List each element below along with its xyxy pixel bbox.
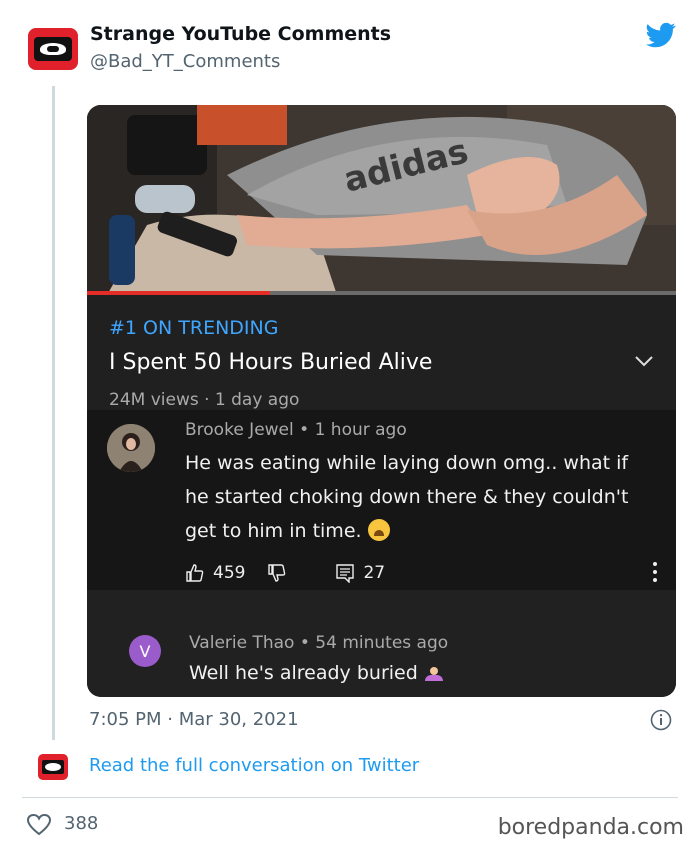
comment-author[interactable]: Valerie Thao • 54 minutes ago bbox=[189, 633, 448, 653]
more-vert-icon[interactable] bbox=[652, 560, 658, 584]
chevron-down-icon[interactable] bbox=[634, 353, 654, 369]
commenter-avatar[interactable]: V bbox=[129, 635, 161, 667]
video-title: I Spent 50 Hours Buried Alive bbox=[109, 350, 433, 375]
twitter-bird-icon[interactable] bbox=[644, 20, 678, 50]
like-count: 459 bbox=[213, 563, 246, 583]
thread-line bbox=[52, 86, 55, 740]
tweet-like-count: 388 bbox=[64, 813, 99, 834]
thumbs-down-icon[interactable] bbox=[267, 563, 287, 583]
author-handle[interactable]: @Bad_YT_Comments bbox=[90, 51, 280, 72]
thumbs-up-icon[interactable] bbox=[185, 563, 205, 583]
comment-author[interactable]: Brooke Jewel • 1 hour ago bbox=[185, 420, 407, 440]
weary-face-emoji bbox=[367, 519, 390, 541]
comment-card: V Valerie Thao • 54 minutes ago Well he'… bbox=[87, 590, 676, 697]
comment-text: He was eating while laying down omg.. wh… bbox=[185, 452, 629, 542]
trending-label[interactable]: #1 ON TRENDING bbox=[109, 317, 278, 339]
info-icon[interactable] bbox=[650, 709, 672, 731]
shrug-emoji bbox=[424, 667, 444, 681]
reply-icon[interactable] bbox=[335, 563, 355, 583]
reply-count: 27 bbox=[363, 563, 386, 583]
video-progress-fill bbox=[87, 291, 270, 295]
comment-text: Well he's already buried bbox=[189, 662, 444, 684]
video-meta: 24M views · 1 day ago bbox=[109, 390, 300, 410]
tweet-avatar[interactable] bbox=[28, 28, 78, 70]
video-thumbnail[interactable]: adidas bbox=[87, 105, 676, 295]
tweet-media[interactable]: adidas #1 ON TRENDING I Spent 50 Hours B… bbox=[87, 105, 676, 697]
tweet-timestamp[interactable]: 7:05 PM · Mar 30, 2021 bbox=[89, 709, 299, 730]
author-name[interactable]: Strange YouTube Comments bbox=[90, 23, 391, 45]
heart-icon[interactable] bbox=[26, 813, 52, 837]
read-conversation-link[interactable]: Read the full conversation on Twitter bbox=[89, 755, 419, 776]
source-watermark: boredpanda.com bbox=[497, 815, 684, 840]
comment-card: Brooke Jewel • 1 hour ago He was eating … bbox=[87, 410, 676, 590]
conversation-avatar[interactable] bbox=[38, 754, 68, 780]
divider bbox=[22, 797, 678, 798]
comment-actions: 459 27 bbox=[185, 560, 385, 586]
commenter-avatar[interactable] bbox=[107, 424, 155, 472]
